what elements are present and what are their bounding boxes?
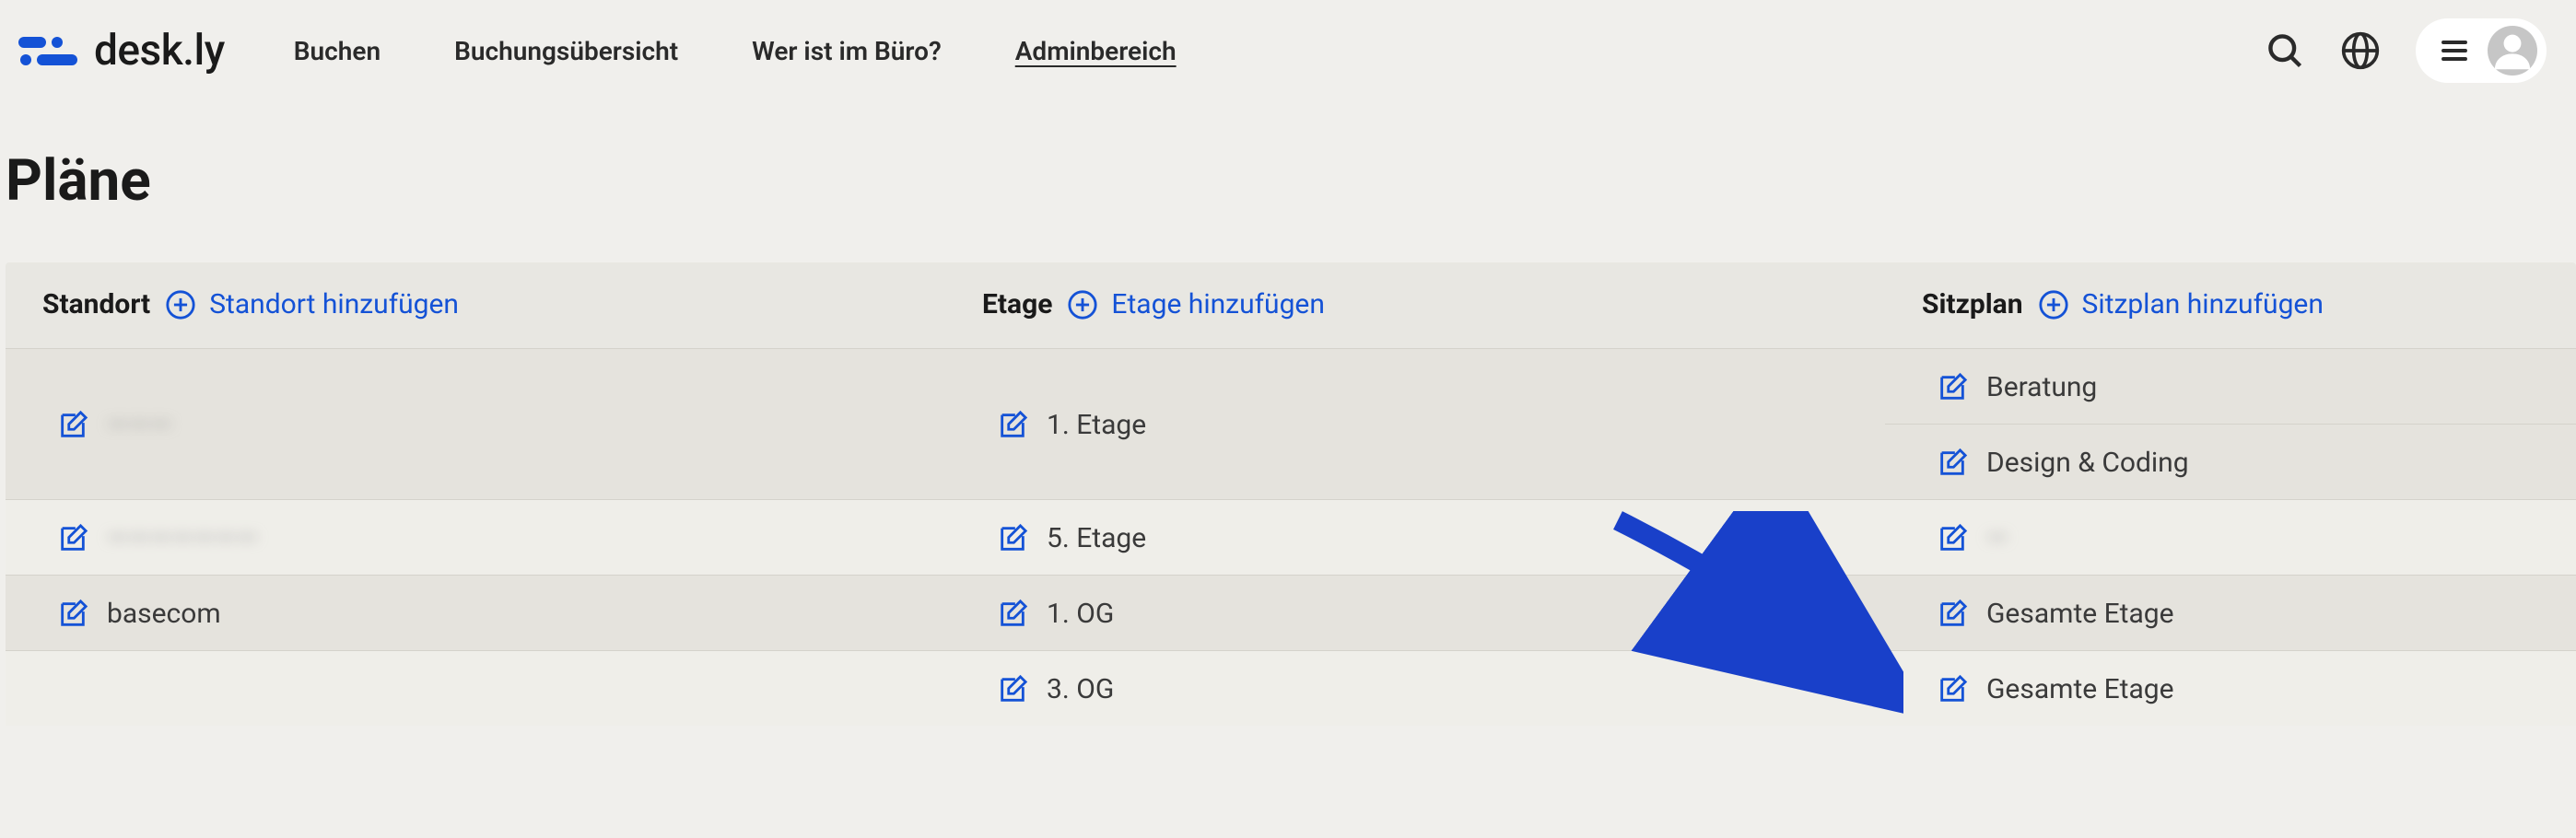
table-row: basecom 1. OG Gesamte Etage xyxy=(6,575,2576,650)
user-menu[interactable] xyxy=(2416,18,2547,83)
edit-icon xyxy=(1937,674,1968,705)
col-header-etage: Etage Etage hinzufügen xyxy=(982,288,1922,320)
edit-icon xyxy=(997,410,1028,441)
standort-cell[interactable]: ——————— xyxy=(6,500,945,575)
edit-icon xyxy=(1937,523,1968,554)
sitzplan-cell[interactable]: — xyxy=(1885,500,2576,575)
avatar xyxy=(2488,26,2537,76)
col-label: Sitzplan xyxy=(1922,288,2023,320)
globe-icon xyxy=(2340,30,2381,71)
plans-panel: Standort Standort hinzufügen Etage Etage… xyxy=(6,262,2576,726)
table-row: 3. OG Gesamte Etage xyxy=(6,650,2576,726)
sitzplan-column: Beratung Design & Coding xyxy=(1885,349,2576,499)
col-header-standort: Standort Standort hinzufügen xyxy=(42,288,982,320)
edit-icon xyxy=(57,523,88,554)
etage-name: 3. OG xyxy=(1047,673,1114,705)
sitzplan-name: — xyxy=(1986,522,2008,554)
column-headers: Standort Standort hinzufügen Etage Etage… xyxy=(6,262,2576,348)
brand-name: desk.ly xyxy=(94,26,225,76)
add-standort-button[interactable]: Standort hinzufügen xyxy=(165,288,459,320)
edit-icon xyxy=(997,523,1028,554)
edit-icon xyxy=(57,410,88,441)
sitzplan-name: Design & Coding xyxy=(1986,447,2189,479)
plus-circle-icon xyxy=(2038,289,2069,320)
sitzplan-name: Gesamte Etage xyxy=(1986,598,2174,630)
table-row: ——————— 5. Etage — xyxy=(6,499,2576,575)
edit-icon xyxy=(997,599,1028,630)
col-label: Standort xyxy=(42,288,150,320)
sitzplan-cell[interactable]: Gesamte Etage xyxy=(1885,651,2576,726)
sitzplan-name: Beratung xyxy=(1986,371,2097,403)
etage-name: 1. Etage xyxy=(1047,409,1146,441)
search-icon xyxy=(2265,30,2305,71)
nav-buchen[interactable]: Buchen xyxy=(294,36,381,66)
add-etage-label: Etage hinzufügen xyxy=(1111,288,1324,320)
col-label: Etage xyxy=(982,288,1052,320)
app-header: desk.ly Buchen Buchungsübersicht Wer ist… xyxy=(0,0,2576,101)
edit-icon xyxy=(1937,599,1968,630)
sitzplan-cell[interactable]: Beratung xyxy=(1885,349,2576,424)
col-header-sitzplan: Sitzplan Sitzplan hinzufügen xyxy=(1922,288,2539,320)
sitzplan-cell[interactable]: Design & Coding xyxy=(1885,424,2576,499)
etage-cell[interactable]: 1. Etage xyxy=(945,349,1885,499)
standort-cell[interactable]: ——— xyxy=(6,349,945,499)
sitzplan-cell[interactable]: Gesamte Etage xyxy=(1885,576,2576,650)
nav-buchungsuebersicht[interactable]: Buchungsübersicht xyxy=(454,36,678,66)
logo-mark-icon xyxy=(18,33,83,68)
plus-circle-icon xyxy=(165,289,196,320)
page-content: Pläne Standort Standort hinzufügen Etage xyxy=(0,101,2576,726)
standort-name: ——————— xyxy=(107,522,258,554)
avatar-icon xyxy=(2488,26,2537,76)
standort-cell[interactable]: basecom xyxy=(6,576,945,650)
add-standort-label: Standort hinzufügen xyxy=(209,288,459,320)
table-row: ——— 1. Etage Beratung xyxy=(6,348,2576,499)
etage-cell[interactable]: 1. OG xyxy=(945,576,1885,650)
etage-name: 5. Etage xyxy=(1047,522,1146,554)
language-button[interactable] xyxy=(2340,30,2381,71)
page-title: Pläne xyxy=(6,147,2576,215)
add-etage-button[interactable]: Etage hinzufügen xyxy=(1067,288,1324,320)
search-button[interactable] xyxy=(2265,30,2305,71)
etage-name: 1. OG xyxy=(1047,598,1114,630)
etage-cell[interactable]: 5. Etage xyxy=(945,500,1885,575)
edit-icon xyxy=(997,674,1028,705)
nav-adminbereich[interactable]: Adminbereich xyxy=(1015,36,1177,66)
sitzplan-name: Gesamte Etage xyxy=(1986,673,2174,705)
edit-icon xyxy=(1937,448,1968,479)
main-nav: Buchen Buchungsübersicht Wer ist im Büro… xyxy=(294,36,1177,66)
edit-icon xyxy=(1937,372,1968,403)
nav-wer-im-buero[interactable]: Wer ist im Büro? xyxy=(752,36,942,66)
brand-logo[interactable]: desk.ly xyxy=(18,26,225,76)
hamburger-icon xyxy=(2438,34,2471,67)
add-sitzplan-button[interactable]: Sitzplan hinzufügen xyxy=(2038,288,2324,320)
edit-icon xyxy=(57,599,88,630)
plus-circle-icon xyxy=(1067,289,1098,320)
standort-name: ——— xyxy=(107,409,171,441)
etage-cell[interactable]: 3. OG xyxy=(945,651,1885,726)
standort-name: basecom xyxy=(107,598,221,630)
header-right xyxy=(2265,18,2558,83)
add-sitzplan-label: Sitzplan hinzufügen xyxy=(2082,288,2324,320)
